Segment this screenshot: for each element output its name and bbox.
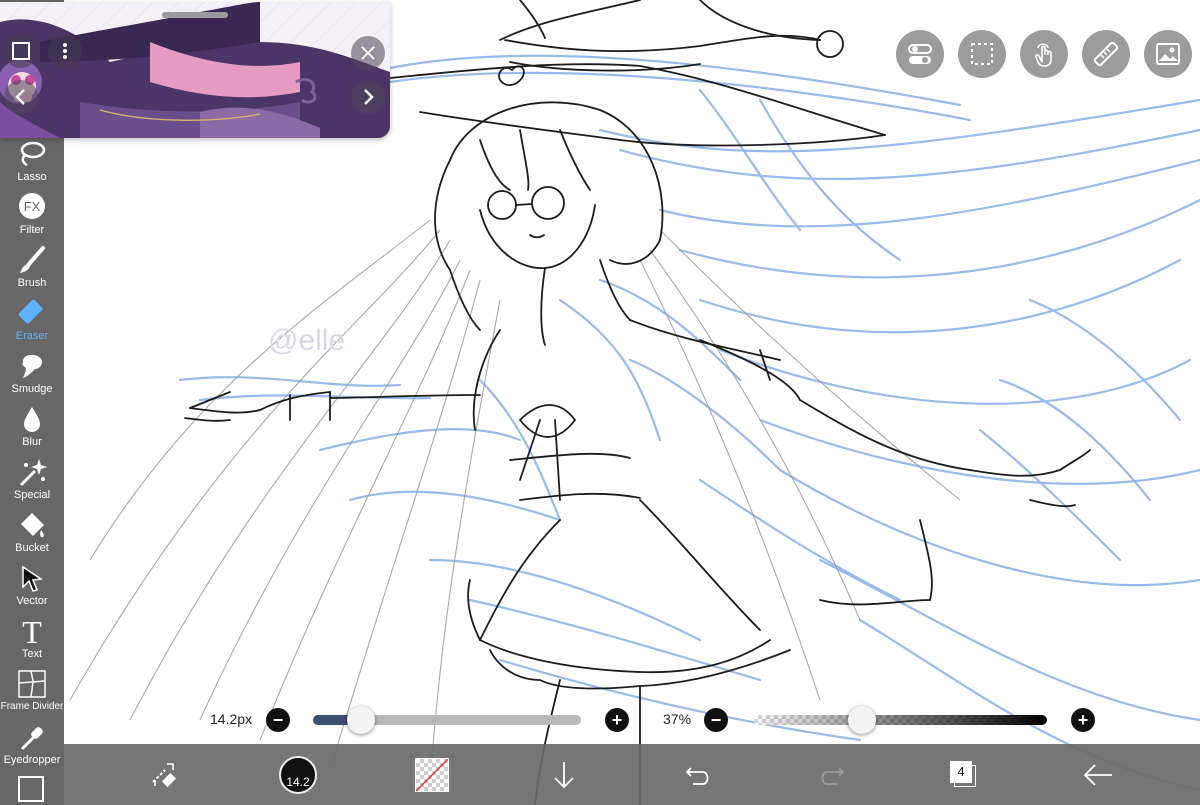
- tool-label: Eyedropper: [3, 754, 61, 766]
- save-button[interactable]: [534, 744, 594, 805]
- svg-text:FX: FX: [24, 199, 41, 214]
- next-arrow-icon: [364, 89, 374, 105]
- secondary-color-button[interactable]: [402, 744, 462, 805]
- tool-smudge[interactable]: Smudge: [0, 349, 64, 402]
- brush-size-badge: 14.2: [286, 774, 310, 789]
- tool-filter[interactable]: FX Filter: [0, 190, 64, 243]
- layers-button[interactable]: 4: [934, 744, 994, 805]
- next-image-button[interactable]: [351, 80, 385, 114]
- tool-lasso[interactable]: Lasso: [0, 137, 64, 190]
- lasso-icon: [20, 141, 46, 167]
- svg-text:T: T: [22, 616, 42, 646]
- image-icon: [1156, 43, 1180, 65]
- color-circle-icon: 14.2: [279, 755, 317, 794]
- tool-special[interactable]: Special: [0, 455, 64, 508]
- transparent-color-icon: [415, 757, 449, 792]
- tool-eyedropper[interactable]: Eyedropper: [0, 720, 64, 773]
- opacity-decrease-button[interactable]: −: [704, 708, 728, 732]
- frame-button[interactable]: [4, 34, 38, 68]
- tool-brush[interactable]: Brush: [0, 243, 64, 296]
- brush-icon: [20, 246, 45, 273]
- toggle-button[interactable]: [896, 30, 944, 78]
- text-icon: T: [22, 616, 42, 646]
- tool-label: Lasso: [17, 171, 47, 183]
- tool-text[interactable]: T Text: [0, 614, 64, 667]
- watermark-text: @elle: [268, 324, 345, 357]
- opacity-value: 37%: [663, 711, 692, 727]
- prev-arrow-icon: [15, 89, 25, 105]
- tool-label: Filter: [19, 224, 45, 236]
- undo-icon: [685, 766, 709, 785]
- eraser-icon: [18, 299, 43, 324]
- selection-button[interactable]: [958, 30, 1006, 78]
- tool-bucket[interactable]: Bucket: [0, 508, 64, 561]
- swap-tools-button[interactable]: [134, 744, 194, 805]
- touch-icon: [1035, 43, 1052, 67]
- brush-size-decrease-button[interactable]: −: [266, 708, 290, 732]
- window-drag-handle[interactable]: [162, 12, 228, 18]
- bottom-toolbar: 14.2 4: [64, 744, 1200, 805]
- bucket-icon: [21, 513, 44, 538]
- tool-label: Vector: [16, 595, 48, 607]
- toggle-icon: [908, 44, 932, 64]
- vector-arrow-icon: [22, 565, 44, 592]
- tool-blur[interactable]: Blur: [0, 402, 64, 455]
- redo-icon: [821, 766, 845, 785]
- frame-icon: [12, 42, 30, 60]
- touch-button[interactable]: [1020, 30, 1068, 78]
- layers-icon: 4: [948, 759, 980, 791]
- download-arrow-icon: [554, 761, 574, 788]
- blur-icon: [24, 407, 40, 432]
- back-arrow-icon: [1083, 763, 1112, 786]
- tool-vector[interactable]: Vector: [0, 561, 64, 614]
- fx-icon: FX: [19, 193, 45, 219]
- frame-divider-icon: [18, 670, 46, 698]
- tool-label: Frame Divider: [0, 701, 64, 712]
- brush-size-value: 14.2px: [210, 711, 253, 727]
- more-button[interactable]: [48, 34, 82, 68]
- image-button[interactable]: [1144, 30, 1192, 78]
- tool-label: Special: [13, 489, 51, 501]
- tool-label: Smudge: [11, 383, 53, 395]
- opacity-slider[interactable]: [754, 715, 1047, 725]
- undo-button[interactable]: [668, 744, 728, 805]
- tool-frame-divider[interactable]: Frame Divider: [0, 667, 64, 720]
- tool-label: Text: [21, 648, 43, 660]
- sparkle-icon: [19, 459, 47, 487]
- tool-label: Brush: [17, 277, 47, 289]
- redo-button[interactable]: [802, 744, 862, 805]
- tool-label: Blur: [22, 436, 42, 448]
- tool-label: Eraser: [15, 330, 49, 342]
- smudge-icon: [22, 354, 42, 378]
- brush-size-increase-button[interactable]: +: [605, 708, 629, 732]
- reference-window[interactable]: [0, 2, 390, 138]
- ruler-button[interactable]: [1082, 30, 1130, 78]
- swap-tools-icon: [152, 762, 177, 787]
- more-icon: [63, 43, 67, 59]
- close-icon: [361, 46, 375, 60]
- color-button[interactable]: 14.2: [268, 744, 328, 805]
- selection-icon: [971, 43, 993, 65]
- layer-count: 4: [950, 760, 972, 783]
- back-button[interactable]: [1068, 744, 1128, 805]
- close-reference-button[interactable]: [351, 36, 385, 70]
- tool-label: Bucket: [15, 542, 49, 554]
- canvas-tool-icon[interactable]: [18, 776, 44, 802]
- opacity-increase-button[interactable]: +: [1071, 708, 1095, 732]
- reference-image: [0, 2, 390, 138]
- eyedropper-icon: [21, 727, 43, 750]
- tool-eraser[interactable]: Eraser: [0, 296, 64, 349]
- ruler-icon: [1093, 41, 1119, 67]
- previous-image-button[interactable]: [4, 80, 38, 114]
